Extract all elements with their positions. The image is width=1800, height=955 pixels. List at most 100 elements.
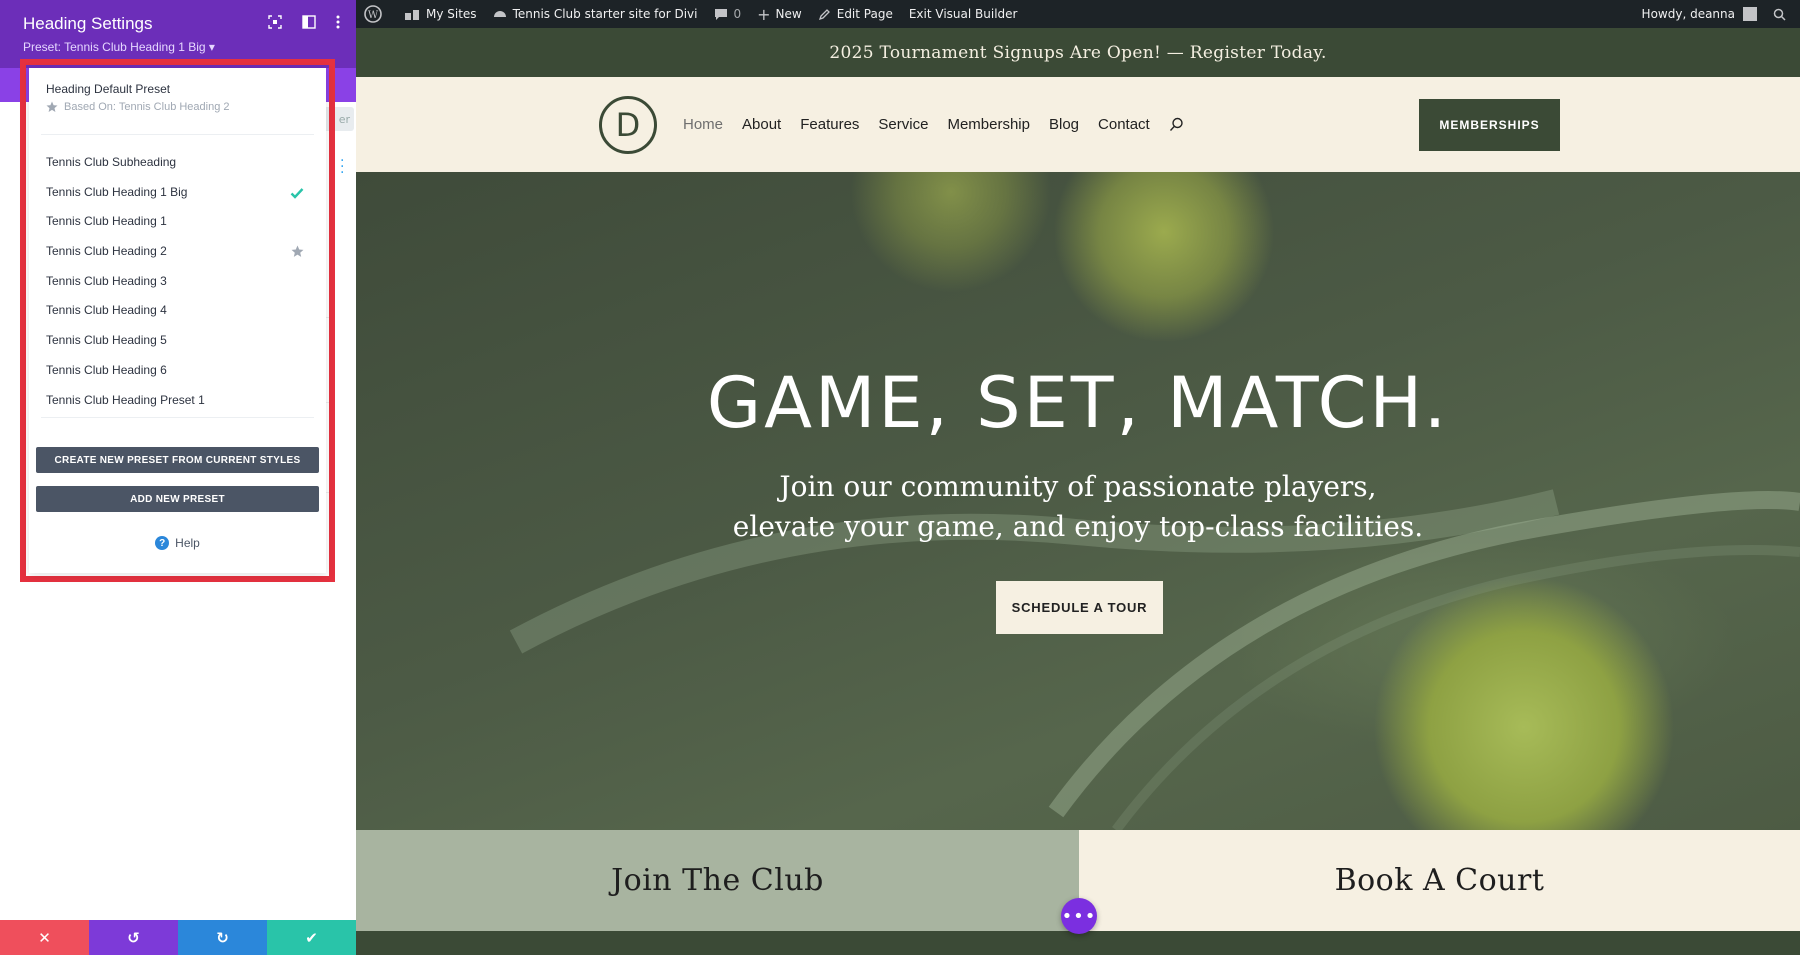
wordpress-logo-icon[interactable]: W bbox=[356, 0, 396, 28]
checkmark-icon bbox=[290, 178, 304, 208]
site-name-label: Tennis Club starter site for Divi bbox=[512, 7, 698, 21]
panel-header: Heading Settings Preset: Tennis Club Hea… bbox=[0, 0, 356, 68]
preset-item-selected[interactable]: Tennis Club Heading 1 Big bbox=[29, 178, 326, 208]
howdy-label: Howdy, deanna bbox=[1641, 7, 1735, 21]
preset-item[interactable]: Tennis Club Subheading bbox=[29, 148, 326, 178]
preset-label: Tennis Club Heading 3 bbox=[46, 273, 167, 288]
edit-page-link[interactable]: Edit Page bbox=[810, 0, 901, 28]
fullscreen-icon[interactable] bbox=[268, 14, 282, 33]
star-icon bbox=[46, 101, 58, 112]
site-header: D Home About Features Service Membership… bbox=[356, 77, 1800, 172]
based-on-label: Based On: Tennis Club Heading 2 bbox=[64, 101, 230, 113]
new-label: New bbox=[775, 7, 802, 21]
svg-text:W: W bbox=[368, 10, 379, 21]
preset-label: Tennis Club Heading 4 bbox=[46, 303, 167, 318]
preset-label: Tennis Club Heading Preset 1 bbox=[46, 392, 205, 407]
star-icon bbox=[291, 237, 304, 267]
undo-button[interactable]: ↺ bbox=[89, 920, 178, 955]
settings-panel: Heading Settings Preset: Tennis Club Hea… bbox=[0, 0, 356, 955]
nav-item-membership[interactable]: Membership bbox=[947, 116, 1030, 133]
search-icon[interactable] bbox=[1169, 117, 1184, 132]
preset-item[interactable]: Tennis Club Heading 4 bbox=[29, 296, 326, 326]
book-court-heading: Book A Court bbox=[1334, 863, 1545, 898]
my-sites-menu[interactable]: My Sites bbox=[396, 0, 485, 28]
avatar bbox=[1743, 7, 1757, 21]
pencil-icon bbox=[818, 8, 830, 20]
default-preset-item[interactable]: Heading Default Preset bbox=[46, 82, 170, 96]
nav-item-home[interactable]: Home bbox=[683, 116, 723, 133]
announcement-bar[interactable]: 2025 Tournament Signups Are Open! — Regi… bbox=[356, 28, 1800, 77]
site-name-menu[interactable]: Tennis Club starter site for Divi bbox=[485, 0, 706, 28]
help-icon: ? bbox=[155, 536, 170, 550]
panel-action-bar: ✕ ↺ ↻ ✔ bbox=[0, 920, 356, 955]
more-options-icon[interactable] bbox=[336, 14, 340, 33]
preset-label: Tennis Club Heading 6 bbox=[46, 362, 167, 377]
divider bbox=[41, 417, 314, 418]
schedule-tour-button[interactable]: SCHEDULE A TOUR bbox=[996, 581, 1163, 634]
exit-visual-builder-label: Exit Visual Builder bbox=[908, 7, 1018, 21]
preset-label: Tennis Club Heading 5 bbox=[46, 333, 167, 348]
announcement-text: 2025 Tournament Signups Are Open! — Regi… bbox=[829, 42, 1327, 63]
redo-icon: ↻ bbox=[216, 928, 229, 947]
preset-list: Tennis Club Subheading Tennis Club Headi… bbox=[29, 148, 326, 415]
split-view-icon[interactable] bbox=[302, 14, 316, 33]
preset-item[interactable]: Tennis Club Heading 6 bbox=[29, 356, 326, 386]
preset-label: Tennis Club Heading 1 Big bbox=[46, 184, 188, 199]
hero-subtitle: Join our community of passionate players… bbox=[356, 467, 1800, 547]
help-label: Help bbox=[175, 536, 200, 550]
join-club-card[interactable]: Join The Club bbox=[356, 830, 1079, 931]
logo-letter: D bbox=[615, 106, 641, 144]
preset-dropdown: Heading Default Preset Based On: Tennis … bbox=[29, 68, 326, 573]
dashboard-icon bbox=[493, 11, 506, 17]
exit-visual-builder-link[interactable]: Exit Visual Builder bbox=[901, 0, 1026, 28]
nav-item-service[interactable]: Service bbox=[878, 116, 928, 133]
close-icon: ✕ bbox=[38, 928, 51, 947]
hero-title[interactable]: GAME, SET, MATCH. bbox=[356, 362, 1800, 444]
new-content-menu[interactable]: + New bbox=[749, 0, 810, 28]
add-new-preset-button[interactable]: ADD NEW PRESET bbox=[36, 486, 319, 512]
hero-subtitle-line-2: elevate your game, and enjoy top-class f… bbox=[732, 510, 1424, 543]
row-options-icon[interactable]: · · · bbox=[340, 154, 344, 180]
account-menu[interactable]: Howdy, deanna bbox=[1634, 0, 1765, 28]
nav-item-features[interactable]: Features bbox=[800, 116, 859, 133]
preset-label: Tennis Club Subheading bbox=[46, 155, 177, 169]
my-sites-icon bbox=[405, 10, 419, 20]
comments-count: 0 bbox=[733, 7, 742, 21]
comment-icon bbox=[714, 8, 727, 20]
bottom-strip bbox=[356, 931, 1800, 955]
discard-button[interactable]: ✕ bbox=[0, 920, 89, 955]
join-club-heading: Join The Club bbox=[611, 863, 824, 898]
edit-page-label: Edit Page bbox=[836, 7, 893, 21]
preset-item[interactable]: Tennis Club Heading Preset 1 bbox=[29, 386, 326, 416]
create-preset-from-styles-button[interactable]: CREATE NEW PRESET FROM CURRENT STYLES bbox=[36, 447, 319, 473]
preset-item[interactable]: Tennis Club Heading 5 bbox=[29, 326, 326, 356]
preset-label: Tennis Club Heading 1 bbox=[46, 214, 167, 229]
panel-header-icons bbox=[268, 14, 340, 33]
site-logo[interactable]: D bbox=[599, 96, 657, 154]
redo-button[interactable]: ↻ bbox=[178, 920, 267, 955]
panel-title: Heading Settings bbox=[23, 14, 153, 33]
checkmark-icon: ✔ bbox=[305, 928, 318, 947]
preset-item[interactable]: Tennis Club Heading 1 bbox=[29, 207, 326, 237]
help-link[interactable]: ? Help bbox=[29, 536, 326, 550]
save-button[interactable]: ✔ bbox=[267, 920, 356, 955]
hero-section: GAME, SET, MATCH. Join our community of … bbox=[356, 172, 1800, 830]
hero-subtitle-line-1: Join our community of passionate players… bbox=[779, 470, 1377, 503]
divider bbox=[41, 134, 314, 135]
main-nav: Home About Features Service Membership B… bbox=[683, 77, 1184, 172]
based-on-info: Based On: Tennis Club Heading 2 bbox=[46, 101, 230, 113]
preset-label: Tennis Club Heading 2 bbox=[46, 244, 167, 259]
admin-search-icon[interactable] bbox=[1765, 0, 1800, 28]
nav-item-blog[interactable]: Blog bbox=[1049, 116, 1079, 133]
comments-menu[interactable]: 0 bbox=[706, 0, 750, 28]
hero-content: GAME, SET, MATCH. Join our community of … bbox=[356, 172, 1800, 830]
wp-admin-bar: W My Sites Tennis Club starter site for … bbox=[356, 0, 1800, 28]
builder-menu-dots-icon[interactable]: ••• bbox=[1061, 898, 1097, 934]
nav-item-about[interactable]: About bbox=[742, 116, 781, 133]
nav-item-contact[interactable]: Contact bbox=[1098, 116, 1150, 133]
memberships-button[interactable]: MEMBERSHIPS bbox=[1419, 99, 1560, 151]
preset-selector[interactable]: Preset: Tennis Club Heading 1 Big ▾ bbox=[23, 40, 215, 54]
preset-item-default[interactable]: Tennis Club Heading 2 bbox=[29, 237, 326, 267]
book-court-card[interactable]: Book A Court bbox=[1079, 830, 1800, 931]
preset-item[interactable]: Tennis Club Heading 3 bbox=[29, 267, 326, 297]
